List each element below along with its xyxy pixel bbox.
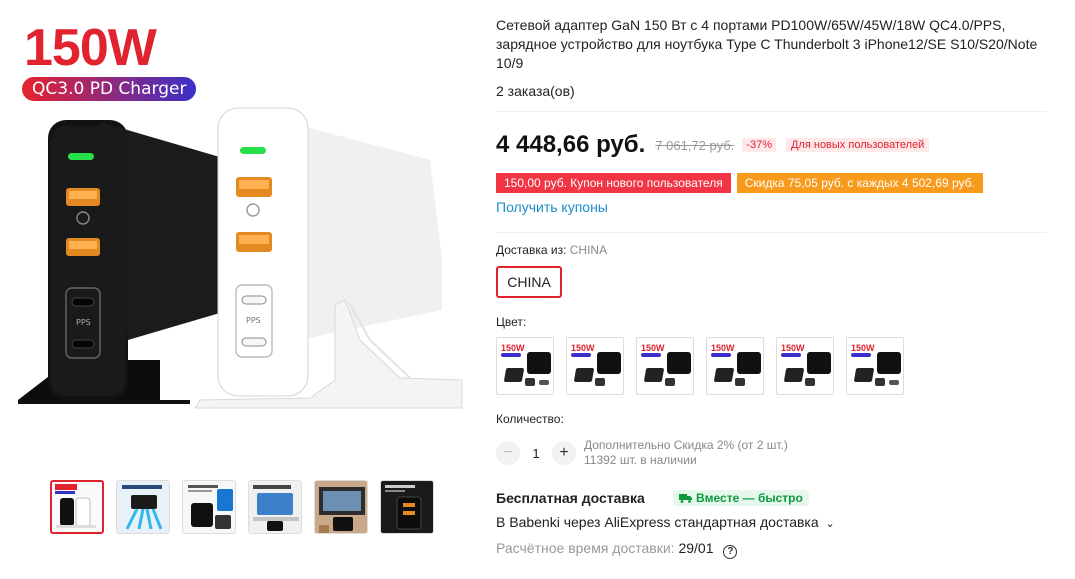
quantity-value[interactable]: 1	[520, 446, 552, 461]
chevron-down-icon: ⌄	[825, 518, 835, 530]
thumbnail-graphic	[117, 481, 169, 533]
thumbnail-strip	[50, 480, 434, 534]
thumbnail-graphic	[249, 481, 301, 533]
help-icon[interactable]: ?	[723, 545, 738, 559]
discount-badge: -37%	[742, 138, 776, 152]
color-option[interactable]: 150W	[566, 337, 624, 395]
delivery-carrier-select[interactable]: В Babenki через AliExpress стандартная д…	[496, 514, 835, 530]
color-option[interactable]: 150W	[636, 337, 694, 395]
ship-from-caption: Доставка из:	[496, 243, 567, 257]
quantity-label: Количество:	[496, 412, 564, 426]
thumbnail-image[interactable]	[50, 480, 104, 534]
together-badge: Вместе — быстро	[673, 490, 809, 506]
store-discount-coupon[interactable]: Скидка 75,05 руб. с каждых 4 502,69 руб.	[736, 173, 983, 193]
stock-text: 11392 шт. в наличии	[584, 453, 697, 467]
coupon-list: 150,00 руб. Купон нового пользователя Ск…	[496, 173, 983, 193]
old-price: 7 061,72 руб.	[655, 137, 735, 153]
thumbnail-image[interactable]	[380, 480, 434, 534]
thumbnail-graphic	[315, 481, 367, 533]
together-badge-text: Вместе — быстро	[696, 491, 803, 505]
bulk-discount-text: Дополнительно Скидка 2% (от 2 шт.)	[584, 438, 788, 452]
ship-from-option-china[interactable]: CHINA	[496, 266, 562, 298]
quantity-decrease-button[interactable]: −	[496, 441, 520, 465]
svg-text:PPS: PPS	[76, 318, 91, 327]
swatch-title: 150W	[851, 343, 875, 353]
truck-icon	[679, 494, 692, 503]
thumbnail-image[interactable]	[182, 480, 236, 534]
delivery-eta: Расчётное время доставки: 29/01 ?	[496, 540, 738, 559]
free-shipping-title: Бесплатная доставка	[496, 490, 645, 506]
get-coupons-link[interactable]: Получить купоны	[496, 199, 608, 215]
current-price: 4 448,66 руб.	[496, 131, 646, 158]
color-option[interactable]: 150W	[776, 337, 834, 395]
new-user-coupon[interactable]: 150,00 руб. Купон нового пользователя	[496, 173, 731, 193]
swatch-title: 150W	[571, 343, 595, 353]
thumbnail-graphic	[55, 484, 96, 528]
swatch-title: 150W	[501, 343, 525, 353]
thumbnail-graphic	[183, 481, 235, 533]
color-label: Цвет:	[496, 315, 527, 329]
quantity-stepper: − 1 +	[496, 441, 576, 465]
promo-title: 150W	[24, 19, 157, 77]
swatch-title: 150W	[641, 343, 665, 353]
promo-badge: QC3.0 PD Charger	[22, 77, 197, 101]
swatch-title: 150W	[781, 343, 805, 353]
new-user-badge: Для новых пользователей	[785, 138, 930, 152]
carrier-text: В Babenki через AliExpress стандартная д…	[496, 514, 819, 530]
swatch-title: 150W	[711, 343, 735, 353]
eta-value: 29/01	[678, 540, 714, 556]
quantity-info: Дополнительно Скидка 2% (от 2 шт.) 11392…	[584, 438, 788, 468]
orders-count: 2 заказа(ов)	[496, 83, 575, 99]
thumbnail-image[interactable]	[314, 480, 368, 534]
color-option[interactable]: 150W	[846, 337, 904, 395]
product-title: Сетевой адаптер GaN 150 Вт с 4 портами P…	[496, 17, 1038, 71]
divider	[496, 232, 1047, 233]
svg-text:PPS: PPS	[246, 316, 261, 325]
color-options: 150W 150W 150W 150W 150W 150W	[496, 337, 904, 395]
divider	[496, 111, 1047, 112]
ship-from-label: Доставка из: CHINA	[496, 243, 607, 257]
color-option[interactable]: 150W	[706, 337, 764, 395]
color-option[interactable]: 150W	[496, 337, 554, 395]
quantity-increase-button[interactable]: +	[552, 441, 576, 465]
thumbnail-graphic	[381, 481, 433, 533]
thumbnail-image[interactable]	[248, 480, 302, 534]
thumbnail-image[interactable]	[116, 480, 170, 534]
product-main-image[interactable]: PPS PPS 150W QC3.0 PD Charger	[10, 10, 480, 470]
ship-from-value: CHINA	[569, 243, 608, 257]
eta-label: Расчётное время доставки:	[496, 540, 675, 556]
price-row: 4 448,66 руб. 7 061,72 руб. -37% Для нов…	[496, 131, 930, 159]
